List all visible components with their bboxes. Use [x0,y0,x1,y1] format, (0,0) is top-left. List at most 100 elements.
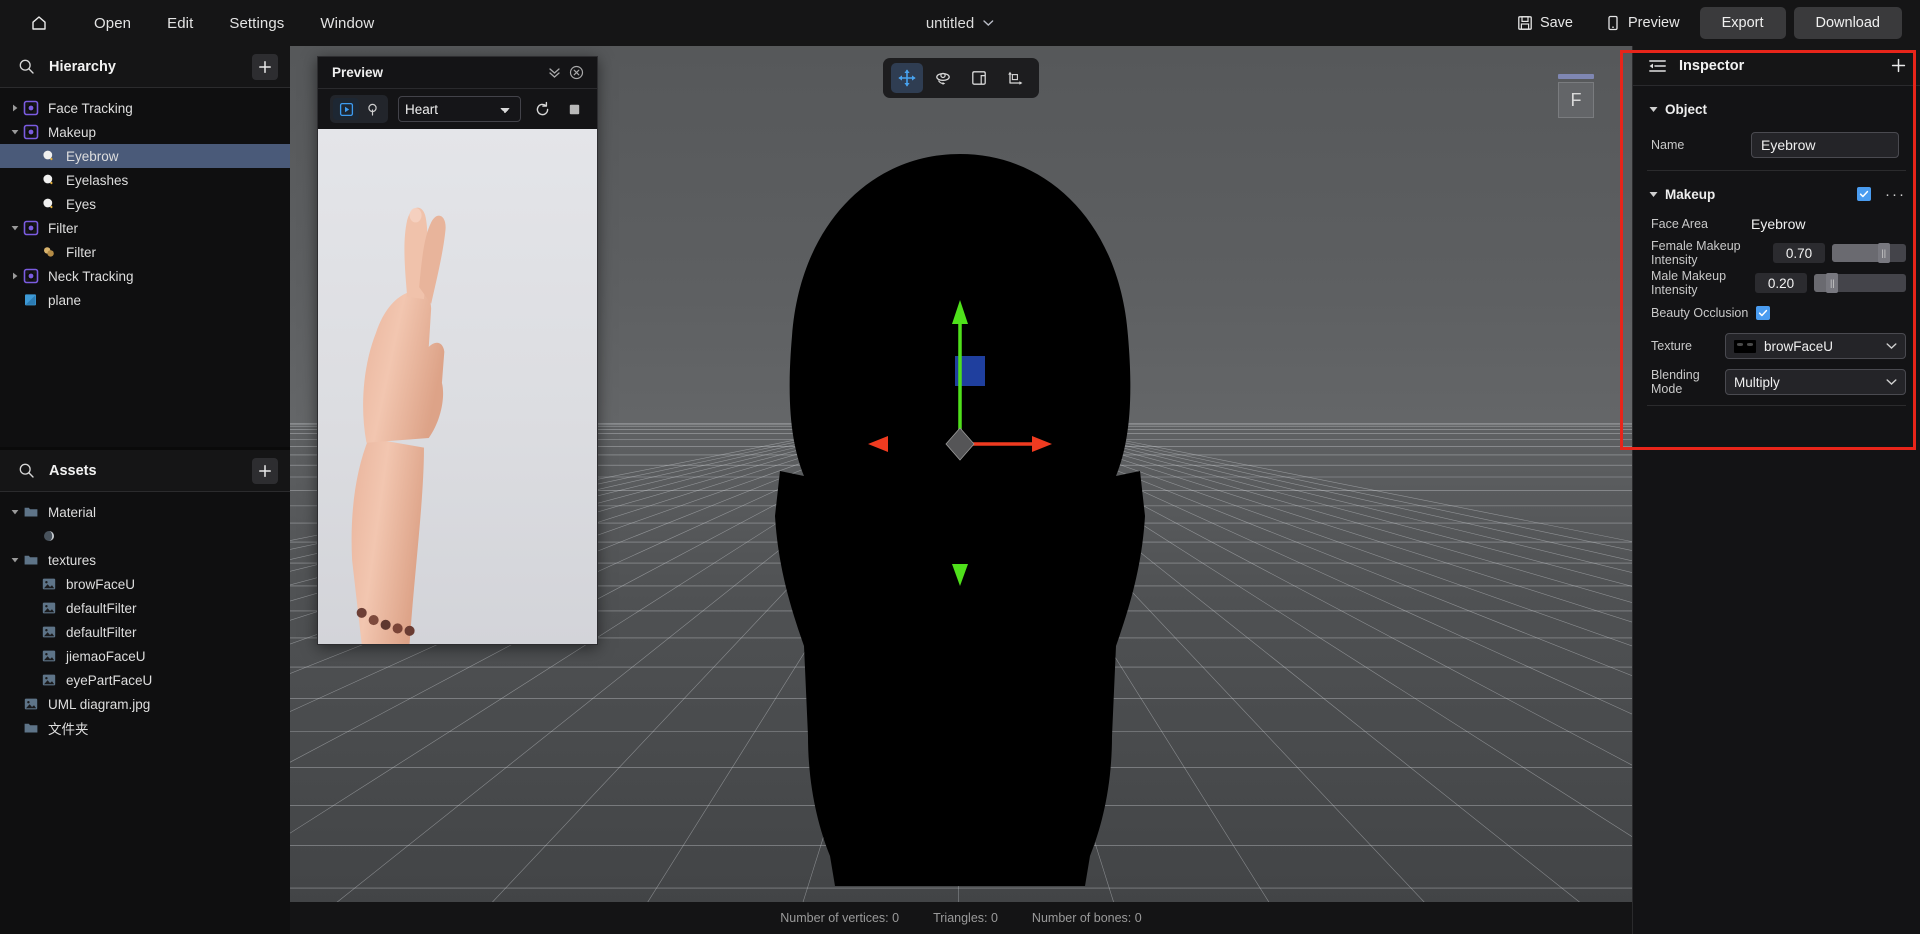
assets-item[interactable]: textures [0,548,290,572]
export-button[interactable]: Export [1699,7,1786,39]
blending-mode-row: Blending Mode Multiply [1633,365,1920,399]
makeup-enabled-checkbox[interactable] [1857,187,1871,201]
folder-icon [22,552,39,569]
play-box-icon [339,102,353,116]
image-icon [40,672,57,689]
assets-item[interactable]: jiemaoFaceU [0,644,290,668]
texture-label: Texture [1651,339,1692,353]
hierarchy-item[interactable]: Neck Tracking [0,264,290,288]
male-intensity-slider[interactable]: || [1814,273,1906,293]
view-gizmo-face[interactable]: F [1558,82,1594,118]
preview-window[interactable]: Preview Heart [317,56,598,645]
assets-add-button[interactable] [252,457,278,484]
document-title: untitled [925,14,975,32]
caret-right-icon [13,104,18,112]
save-label: Save [1539,15,1573,31]
preview-light-mode-button[interactable] [359,98,385,120]
object-name-input[interactable] [1751,132,1899,158]
preview-refresh-button[interactable] [531,98,553,120]
hierarchy-item[interactable]: Makeup [0,120,290,144]
assets-item[interactable]: defaultFilter [0,596,290,620]
makeup-icon [42,174,53,185]
view-orientation-gizmo[interactable]: F [1558,74,1596,120]
assets-item-label: defaultFilter [66,600,137,616]
assets-tree[interactable]: Material textures browFaceU defaultFilte… [0,492,290,934]
preview-button[interactable]: Preview [1593,8,1692,38]
assets-item-label: UML diagram.jpg [48,696,151,712]
viewport-tool-strip [883,58,1039,98]
assets-search-button[interactable] [18,462,35,479]
rotate-tool-button[interactable] [927,63,959,93]
female-intensity-slider[interactable]: || [1832,243,1906,263]
menu-item-settings[interactable]: Settings [211,9,302,38]
hierarchy-item[interactable]: Eyes [0,192,290,216]
axis-tool-button[interactable] [999,63,1031,93]
object-section-header[interactable]: Object [1633,92,1920,126]
hierarchy-item[interactable]: Eyebrow [0,144,290,168]
tree-caret[interactable] [8,505,22,519]
blending-mode-select[interactable]: Multiply [1725,369,1906,395]
menu-item-open[interactable]: Open [76,9,149,38]
female-slider-thumb[interactable]: || [1877,243,1890,263]
home-button[interactable] [16,0,62,46]
assets-item[interactable]: browFaceU [0,572,290,596]
plus-icon [259,464,271,477]
assets-item[interactable] [0,524,290,548]
menu-item-window[interactable]: Window [302,9,392,38]
blending-mode-label: Blending Mode [1651,368,1700,396]
preview-stage[interactable] [318,129,597,644]
hierarchy-item[interactable]: Filter [0,240,290,264]
bones-count: Number of bones: 0 [1031,911,1142,925]
female-intensity-row: Female Makeup Intensity 0.70 || [1633,239,1920,267]
move-tool-button[interactable] [891,63,923,93]
material-sphere-icon [43,531,54,541]
preview-collapse-button[interactable] [543,62,565,84]
hierarchy-item[interactable]: Face Tracking [0,96,290,120]
hierarchy-tree[interactable]: Face Tracking Makeup Eyebrow Eyelashes E… [0,88,290,447]
object-section-caret[interactable] [1647,106,1659,113]
inspector-add-button[interactable] [1891,58,1906,73]
preview-close-button[interactable] [565,62,587,84]
hierarchy-search-button[interactable] [18,58,35,75]
move-arrows-icon [898,69,916,87]
assets-item-label: browFaceU [66,576,136,592]
tree-caret[interactable] [8,125,22,139]
save-button[interactable]: Save [1505,8,1585,38]
female-intensity-value[interactable]: 0.70 [1773,243,1825,263]
blending-mode-value: Multiply [1734,374,1780,390]
preview-stop-button[interactable] [563,98,585,120]
axis-icon [1008,71,1023,85]
makeup-section-header[interactable]: Makeup ··· [1633,177,1920,211]
inspector-panel-toggle[interactable] [1649,59,1666,73]
makeup-section-caret[interactable] [1647,191,1659,198]
assets-item[interactable]: defaultFilter [0,620,290,644]
tree-caret[interactable] [8,101,22,115]
hierarchy-item[interactable]: Filter [0,216,290,240]
tree-caret[interactable] [8,221,22,235]
tree-caret[interactable] [8,269,22,283]
caret-down-icon [11,558,19,563]
phone-icon [1608,15,1618,31]
assets-item[interactable]: 文件夹 [0,716,290,740]
menu-item-edit[interactable]: Edit [149,9,211,38]
hierarchy-item[interactable]: Eyelashes [0,168,290,192]
tree-caret[interactable] [8,553,22,567]
assets-item[interactable]: Material [0,500,290,524]
male-intensity-value[interactable]: 0.20 [1755,273,1807,293]
download-button[interactable]: Download [1793,7,1902,39]
preview-play-mode-button[interactable] [333,98,359,120]
beauty-occlusion-checkbox[interactable] [1756,306,1771,320]
inspector-panel: Inspector Object Name Eyebrow Makeup ···… [1632,46,1920,934]
scale-tool-button[interactable] [963,63,995,93]
assets-item[interactable]: UML diagram.jpg [0,692,290,716]
hierarchy-add-button[interactable] [252,53,278,80]
assets-item[interactable]: eyePartFaceU [0,668,290,692]
texture-select[interactable]: browFaceU [1725,333,1906,359]
document-title-dropdown[interactable]: untitled [926,15,994,32]
male-slider-thumb[interactable]: || [1826,273,1839,293]
hierarchy-item[interactable]: plane [0,288,290,312]
makeup-more-button[interactable]: ··· [1885,186,1906,203]
folder-icon [24,507,37,517]
folder-icon [22,720,39,737]
preview-effect-select[interactable]: Heart [398,96,521,122]
